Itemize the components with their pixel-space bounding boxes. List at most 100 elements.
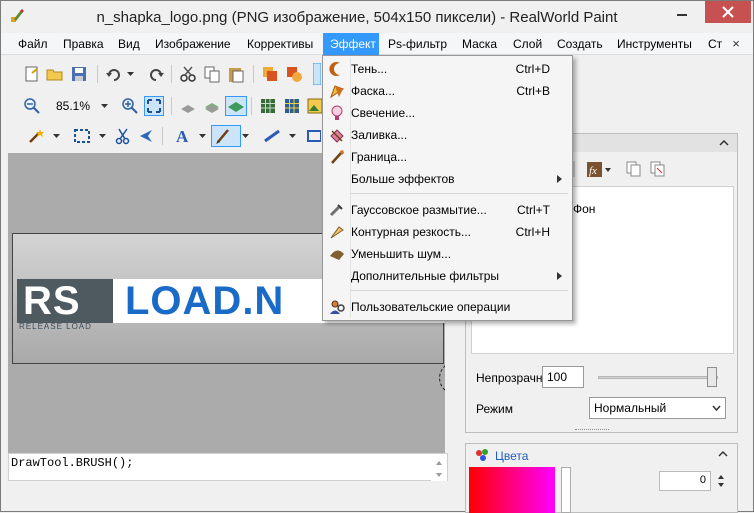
- fit-window-icon[interactable]: [144, 96, 164, 116]
- blend-mode-value: Нормальный: [594, 401, 667, 415]
- console-scrollbar[interactable]: [431, 455, 447, 481]
- layer-merge-icon[interactable]: [285, 65, 303, 83]
- menu-tools[interactable]: Инструменты: [611, 33, 698, 55]
- menu-separator: [351, 290, 568, 291]
- flatten-icon[interactable]: [179, 97, 197, 115]
- layers-stack-icon[interactable]: [203, 97, 221, 115]
- menu-item-custom-ops[interactable]: Пользовательские операции: [325, 296, 570, 318]
- sharpen-icon: [330, 226, 344, 239]
- undo-dropdown-icon[interactable]: [127, 72, 134, 77]
- menu-item-bevel[interactable]: Фаска... Ctrl+B: [325, 80, 570, 102]
- zoom-level[interactable]: 85.1%: [56, 99, 90, 113]
- menu-item-denoise[interactable]: Уменьшить шум...: [325, 243, 570, 265]
- menu-item-fill[interactable]: Заливка...: [325, 124, 570, 146]
- svg-text:A: A: [176, 127, 189, 145]
- select-dropdown-icon[interactable]: [99, 134, 106, 139]
- border-icon: [331, 150, 344, 164]
- menu-item-label: Дополнительные фильтры: [351, 269, 500, 283]
- panel-collapse-icon[interactable]: [718, 137, 730, 149]
- move-icon[interactable]: [137, 127, 155, 145]
- select-rect-icon[interactable]: [73, 127, 91, 145]
- color-value-input[interactable]: 0: [659, 471, 711, 491]
- opacity-slider-thumb[interactable]: [707, 367, 717, 387]
- mdi-close-button[interactable]: ×: [728, 36, 744, 52]
- script-console[interactable]: DrawTool.BRUSH();: [8, 453, 448, 481]
- blur-icon: [329, 204, 343, 217]
- brush-dropdown-icon[interactable]: [242, 134, 249, 139]
- close-button[interactable]: [705, 1, 751, 23]
- zoom-out-icon[interactable]: [23, 97, 41, 115]
- copy-icon[interactable]: [203, 65, 221, 83]
- menu-file[interactable]: Файл: [12, 33, 54, 55]
- menu-view[interactable]: Вид: [112, 33, 146, 55]
- menu-item-shadow[interactable]: Тень... Ctrl+D: [325, 58, 570, 80]
- open-icon[interactable]: [46, 65, 64, 83]
- layer-fx-icon[interactable]: fx: [584, 160, 612, 180]
- bevel-icon: [330, 85, 345, 99]
- undo-icon[interactable]: [105, 65, 123, 83]
- menu-mask[interactable]: Маска: [456, 33, 503, 55]
- new-icon[interactable]: [23, 65, 41, 83]
- text-tool-icon[interactable]: A: [173, 127, 191, 145]
- effect-menu: Тень... Ctrl+D Фаска... Ctrl+B Свечение.…: [322, 55, 573, 321]
- submenu-arrow-icon: [557, 272, 562, 280]
- menu-item-label: Больше эффектов: [351, 172, 455, 186]
- colors-collapse-icon[interactable]: [717, 448, 729, 460]
- menu-ps-filter[interactable]: Ps-фильтр: [382, 33, 453, 55]
- grid-icon[interactable]: [259, 97, 277, 115]
- layer-delete-icon[interactable]: [649, 160, 667, 178]
- toolbar-separator: [253, 65, 254, 83]
- opacity-input[interactable]: 100: [542, 366, 584, 388]
- zoom-dropdown-icon[interactable]: [101, 104, 108, 109]
- menu-item-border[interactable]: Граница...: [325, 146, 570, 168]
- layer-view-icon[interactable]: [225, 96, 247, 116]
- title-bar: n_shapka_logo.png (PNG изображение, 504x…: [1, 1, 753, 33]
- menu-image[interactable]: Изображение: [149, 33, 237, 55]
- menu-item-label: Граница...: [351, 150, 408, 164]
- layer-copy-icon[interactable]: [625, 160, 643, 178]
- wand-dropdown-icon[interactable]: [53, 134, 60, 139]
- zoom-in-icon[interactable]: [121, 97, 139, 115]
- menu-item-more-effects[interactable]: Больше эффектов: [325, 168, 570, 190]
- layer-name-background[interactable]: Фон: [573, 202, 595, 216]
- shape-tool-icon[interactable]: [307, 127, 321, 145]
- save-icon[interactable]: [70, 65, 88, 83]
- menu-more[interactable]: Ст: [702, 33, 728, 55]
- redo-icon[interactable]: [147, 65, 165, 83]
- minimize-button[interactable]: [668, 1, 696, 23]
- color-gradient-picker[interactable]: [469, 467, 555, 513]
- blend-mode-label: Режим: [476, 402, 513, 416]
- logo-text-rs: RS: [23, 279, 81, 323]
- toolbar-overflow-icon[interactable]: [313, 63, 321, 85]
- menu-item-shortcut: Ctrl+T: [517, 203, 550, 217]
- line-dropdown-icon[interactable]: [289, 134, 296, 139]
- custom-ops-icon: [330, 300, 345, 314]
- cut-icon[interactable]: [179, 65, 197, 83]
- scissors-icon[interactable]: [114, 127, 132, 145]
- menu-separator: [351, 193, 568, 194]
- menu-edit[interactable]: Правка: [57, 33, 110, 55]
- menu-adjustments[interactable]: Коррективы: [241, 33, 319, 55]
- menu-create[interactable]: Создать: [551, 33, 609, 55]
- toolbar-separator: [162, 127, 163, 145]
- menu-effect[interactable]: Эффект: [323, 33, 379, 55]
- magic-wand-icon[interactable]: [27, 127, 45, 145]
- menu-item-extra-filters[interactable]: Дополнительные фильтры: [325, 265, 570, 287]
- color-value-spinner-icon[interactable]: [715, 471, 727, 491]
- menu-layer[interactable]: Слой: [507, 33, 548, 55]
- menu-item-gaussian-blur[interactable]: Гауссовское размытие... Ctrl+T: [325, 199, 570, 221]
- line-tool-icon[interactable]: [263, 127, 281, 145]
- paste-icon[interactable]: [227, 65, 245, 83]
- blend-mode-select[interactable]: Нормальный: [589, 397, 726, 419]
- menu-item-glow[interactable]: Свечение...: [325, 102, 570, 124]
- color-hue-slider[interactable]: [561, 467, 571, 513]
- opacity-slider-track[interactable]: [598, 376, 718, 379]
- brush-tool-icon[interactable]: [211, 125, 241, 147]
- layer-duplicate-icon[interactable]: [261, 65, 279, 83]
- opacity-label: Непрозрачн: [476, 371, 543, 385]
- panel-resize-grip[interactable]: [575, 429, 609, 432]
- pixel-grid-icon[interactable]: [283, 97, 301, 115]
- text-dropdown-icon[interactable]: [199, 134, 206, 139]
- app-window: n_shapka_logo.png (PNG изображение, 504x…: [0, 0, 754, 513]
- menu-item-sharpen[interactable]: Контурная резкость... Ctrl+H: [325, 221, 570, 243]
